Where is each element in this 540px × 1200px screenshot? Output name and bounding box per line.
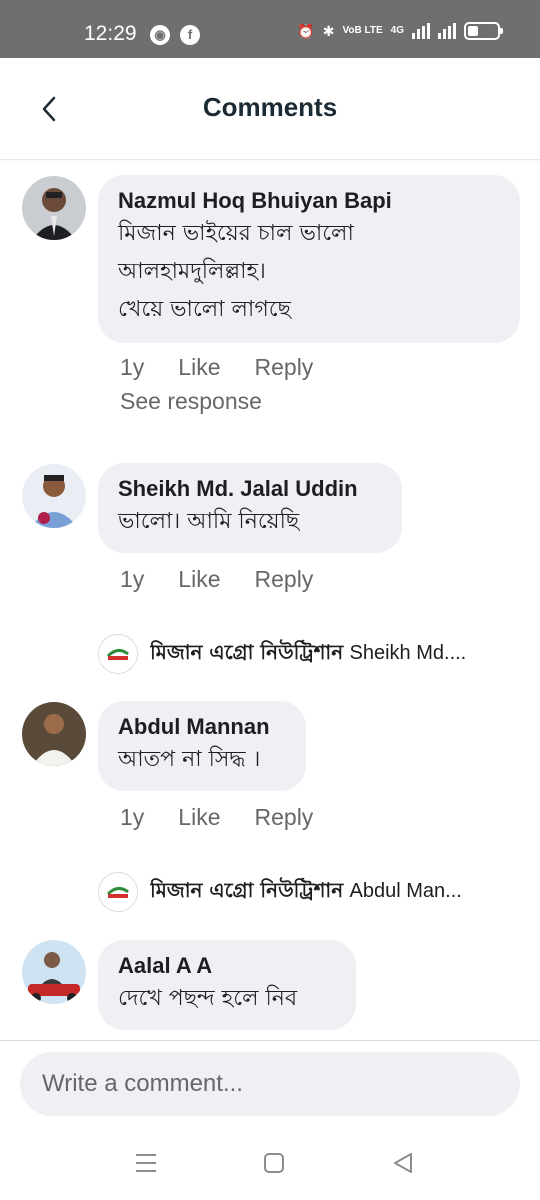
comment-author[interactable]: Nazmul Hoq Bhuiyan Bapi [118,187,500,215]
page-logo-icon [106,649,129,660]
network-type: 4G [390,25,404,36]
reply-preview[interactable]: মিজান এগ্রো নিউট্রিশান Sheikh Md.... [98,634,528,674]
home-button[interactable] [259,1148,289,1178]
menu-icon [136,1154,156,1172]
comment-meta: 1y Like Reply [120,804,313,831]
comment-text: ভালো। আমি নিয়েছি [118,509,300,534]
page-title: Comments [202,92,338,122]
reply-button[interactable]: Reply [255,804,314,831]
comment-author[interactable]: Abdul Mannan [118,713,286,741]
status-bar: 12:29 ◉ f ⏰ ✱ VoB LTE 4G [0,0,540,58]
header: Comments [0,58,540,160]
vpn-icon: ◉ [150,25,170,45]
page-logo-icon [106,887,129,898]
avatar[interactable] [22,464,86,528]
comment-bubble[interactable]: Sheikh Md. Jalal Uddin ভালো। আমি নিয়েছি [98,463,402,553]
system-back-button[interactable] [389,1148,419,1178]
comment-author[interactable]: Sheikh Md. Jalal Uddin [118,475,382,503]
comment-input[interactable] [20,1052,520,1116]
reply-preview-text: মিজান এগ্রো নিউট্রিশান Abdul Man... [150,876,462,909]
facebook-icon: f [180,25,200,45]
comment-age: 1y [120,566,145,592]
comment-age: 1y [120,354,145,380]
status-icons: ⏰ ✱ VoB LTE 4G [297,22,503,40]
system-nav-bar [0,1126,540,1200]
avatar-image [22,702,86,766]
bluetooth-icon: ✱ [322,22,335,39]
reply-button[interactable]: Reply [255,566,314,593]
avatar-image [22,940,86,1004]
reply-snippet: Sheikh Md.... [349,641,467,664]
comment-text: আতপ না সিদ্ধ । [118,747,261,772]
reply-button[interactable]: Reply [255,354,314,381]
comment-author[interactable]: Aalal A A [118,952,336,980]
avatar[interactable] [22,940,86,1004]
signal-icon-2 [438,23,456,39]
avatar[interactable] [22,702,86,766]
comment-meta: 1y Like Reply [120,566,313,593]
home-square-icon [264,1153,284,1173]
alarm-icon: ⏰ [297,22,315,39]
volte-icon: VoB LTE [342,25,383,36]
battery-icon [464,22,503,40]
like-button[interactable]: Like [178,804,220,831]
menu-button[interactable] [131,1148,161,1178]
comment-bubble[interactable]: Abdul Mannan আতপ না সিদ্ধ । [98,701,306,791]
reply-preview[interactable]: মিজান এগ্রো নিউট্রিশান Abdul Man... [98,872,528,912]
avatar-image [22,176,86,240]
comment-meta: 1y Like Reply [120,354,313,381]
comment-text: দেখে পছন্দ হলে নিব [118,986,298,1011]
see-response-link[interactable]: See response [120,388,262,415]
comment-bubble[interactable]: Nazmul Hoq Bhuiyan Bapi মিজান ভাইয়ের চা… [98,175,520,343]
avatar-image [22,464,86,528]
comment-text: মিজান ভাইয়ের চাল ভালো আলহামদুলিল্লাহ। খ… [118,221,354,322]
reply-author: মিজান এগ্রো নিউট্রিশান [150,877,344,902]
reply-author: মিজান এগ্রো নিউট্রিশান [150,639,344,664]
like-button[interactable]: Like [178,566,220,593]
reply-snippet: Abdul Man... [349,879,462,902]
back-triangle-icon [394,1153,412,1173]
avatar[interactable] [22,176,86,240]
comment-bubble[interactable]: Aalal A A দেখে পছন্দ হলে নিব [98,940,356,1030]
comment-composer [0,1040,540,1126]
page-avatar [98,634,138,674]
comment-age: 1y [120,804,145,830]
page-avatar [98,872,138,912]
reply-preview-text: মিজান এগ্রো নিউট্রিশান Sheikh Md.... [150,638,466,671]
like-button[interactable]: Like [178,354,220,381]
signal-icon [412,23,430,39]
status-time: 12:29 [84,22,137,45]
